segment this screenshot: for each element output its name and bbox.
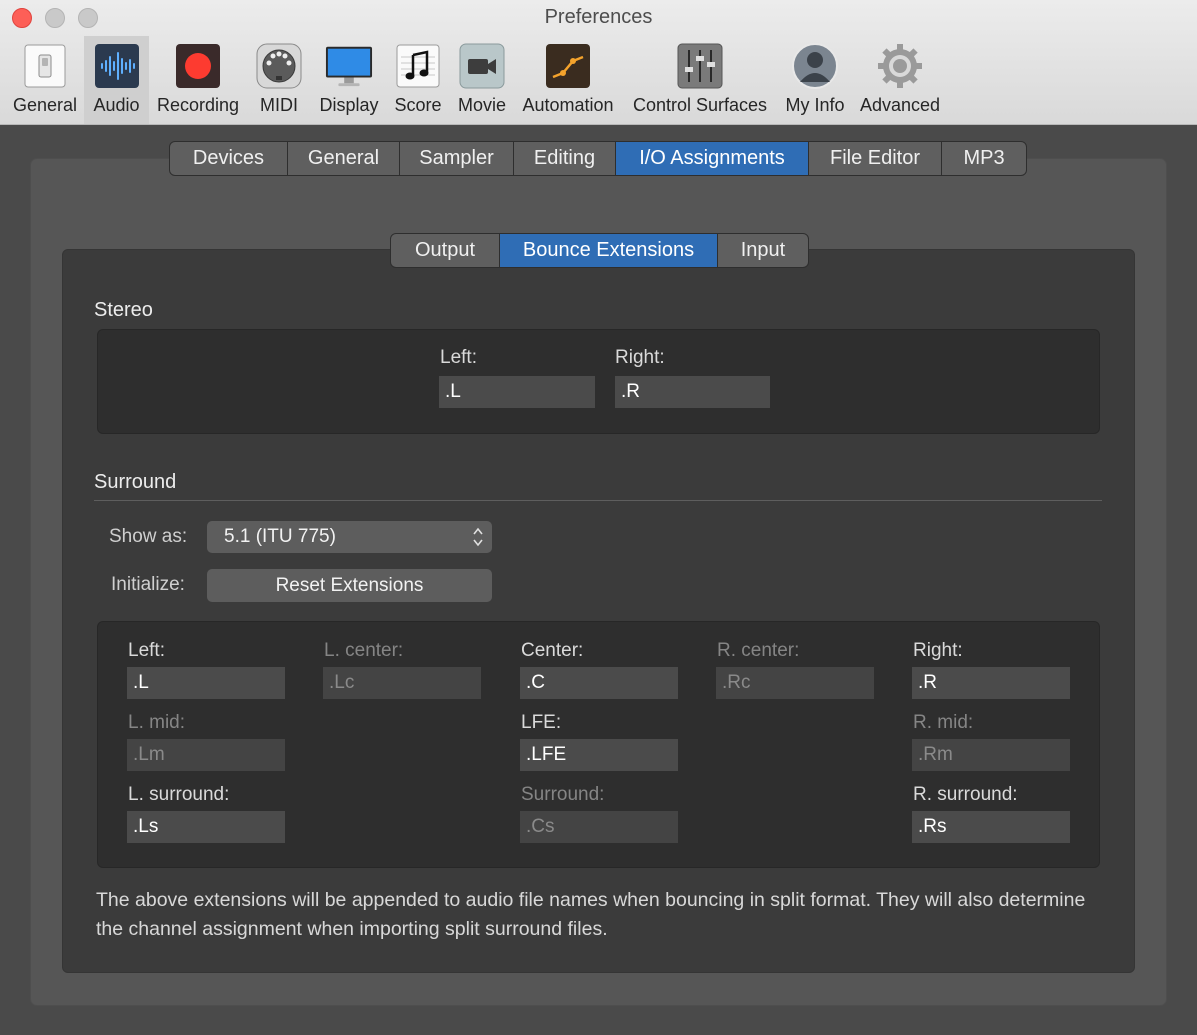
surround-divider	[94, 500, 1102, 501]
subtab-bounce-extensions[interactable]: Bounce Extensions	[500, 234, 718, 267]
left-label: Left:	[128, 640, 165, 661]
l-center-label: L. center:	[324, 640, 404, 661]
r-mid-field	[912, 739, 1070, 771]
audio-tabs: Devices General Sampler Editing I/O Assi…	[169, 141, 1027, 176]
stereo-heading: Stereo	[94, 299, 153, 321]
toolbar-item-midi[interactable]: MIDI	[250, 36, 308, 124]
r-center-label: R. center:	[717, 640, 800, 661]
automation-curve-icon	[544, 42, 592, 90]
r-surround-label: R. surround:	[913, 784, 1018, 805]
gear-icon	[876, 42, 924, 90]
music-note-icon	[394, 42, 442, 90]
toolbar-item-control-surfaces[interactable]: Control Surfaces	[626, 36, 774, 124]
center-field[interactable]	[520, 667, 678, 699]
right-label: Right:	[913, 640, 963, 661]
toolbar-item-advanced[interactable]: Advanced	[855, 36, 945, 124]
toolbar-item-my-info[interactable]: My Info	[780, 36, 850, 124]
l-mid-field	[127, 739, 285, 771]
window-title: Preferences	[544, 6, 653, 28]
left-field[interactable]	[127, 667, 285, 699]
toolbar-item-audio[interactable]: Audio	[84, 36, 149, 124]
l-mid-label: L. mid:	[128, 712, 186, 733]
surround-label: Surround:	[521, 784, 605, 805]
show-as-label: Show as:	[109, 526, 188, 547]
tab-file-editor[interactable]: File Editor	[809, 142, 942, 175]
right-field[interactable]	[912, 667, 1070, 699]
toolbar-item-general[interactable]: General	[6, 36, 84, 124]
l-surround-field[interactable]	[127, 811, 285, 843]
lfe-label: LFE:	[521, 712, 562, 733]
waveform-icon	[93, 42, 141, 90]
switch-icon	[21, 42, 69, 90]
subtab-output[interactable]: Output	[391, 234, 500, 267]
toolbar-item-display[interactable]: Display	[313, 36, 385, 124]
midi-connector-icon	[255, 42, 303, 90]
stereo-right-label: Right:	[615, 347, 665, 368]
stereo-left-label: Left:	[440, 347, 477, 368]
show-as-value: 5.1 (ITU 775)	[224, 526, 336, 547]
title-bar: Preferences General Audio Recording MIDI…	[0, 0, 1197, 125]
show-as-popup[interactable]: 5.1 (ITU 775)	[207, 521, 492, 553]
r-surround-field[interactable]	[912, 811, 1070, 843]
video-camera-icon	[458, 42, 506, 90]
r-center-field	[716, 667, 874, 699]
stereo-box	[97, 329, 1100, 434]
tab-editing[interactable]: Editing	[514, 142, 616, 175]
chevron-updown-icon	[473, 527, 483, 547]
stereo-right-field[interactable]	[615, 376, 770, 408]
toolbar-item-score[interactable]: Score	[390, 36, 446, 124]
io-subtabs: Output Bounce Extensions Input	[390, 233, 809, 268]
user-silhouette-icon	[791, 42, 839, 90]
tab-sampler[interactable]: Sampler	[400, 142, 514, 175]
l-center-field	[323, 667, 481, 699]
subtab-input[interactable]: Input	[718, 234, 808, 267]
reset-extensions-button[interactable]: Reset Extensions	[207, 569, 492, 602]
monitor-icon	[325, 42, 373, 90]
initialize-label: Initialize:	[111, 574, 185, 595]
center-label: Center:	[521, 640, 584, 661]
r-mid-label: R. mid:	[913, 712, 974, 733]
tab-mp3[interactable]: MP3	[942, 142, 1026, 175]
toolbar-item-recording[interactable]: Recording	[152, 36, 244, 124]
surround-heading: Surround	[94, 471, 177, 493]
bounce-extensions-note: The above extensions will be appended to…	[96, 889, 1086, 940]
stereo-left-field[interactable]	[439, 376, 595, 408]
surround-field	[520, 811, 678, 843]
tab-general[interactable]: General	[288, 142, 400, 175]
faders-icon	[676, 42, 724, 90]
tab-devices[interactable]: Devices	[170, 142, 288, 175]
l-surround-label: L. surround:	[128, 784, 230, 805]
toolbar-item-movie[interactable]: Movie	[452, 36, 512, 124]
lfe-field[interactable]	[520, 739, 678, 771]
toolbar-item-automation[interactable]: Automation	[516, 36, 620, 124]
tab-io-assignments[interactable]: I/O Assignments	[616, 142, 809, 175]
record-icon	[174, 42, 222, 90]
